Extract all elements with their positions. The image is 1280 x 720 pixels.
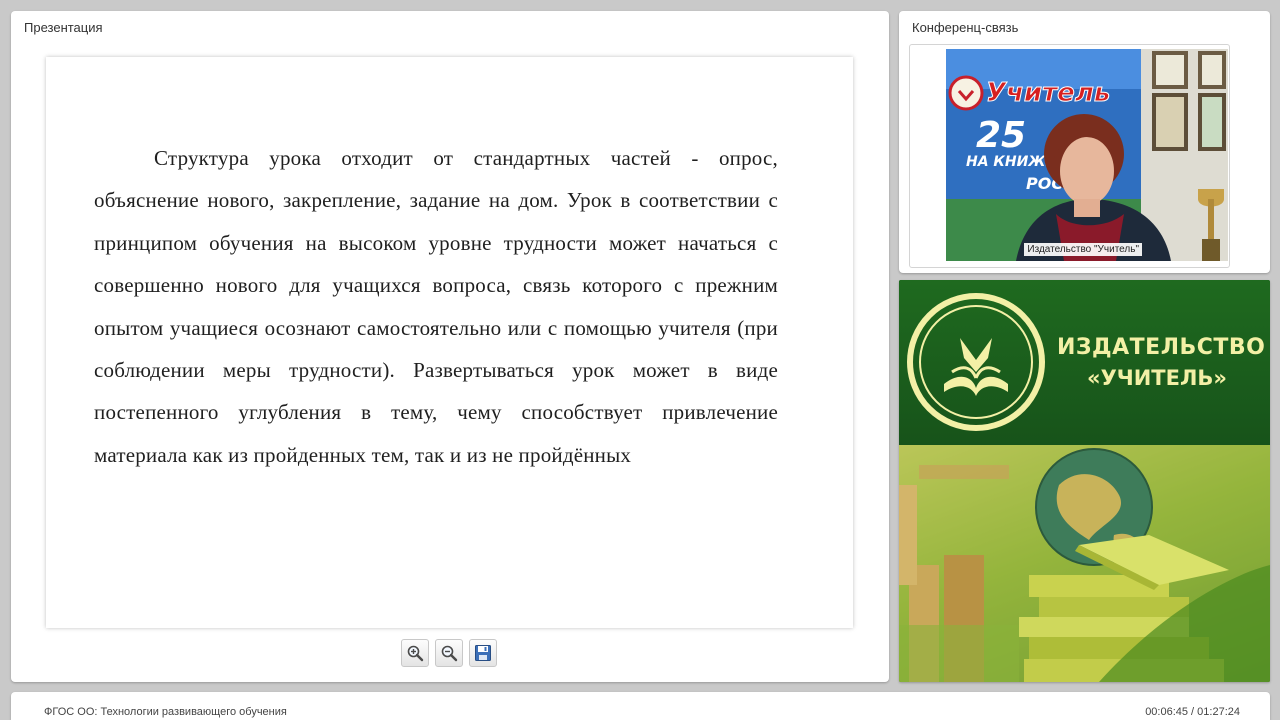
banner-word: Учитель (986, 78, 1110, 108)
slide-text: Структура урока отходит от стандартных ч… (94, 146, 778, 467)
participant-label: Издательство "Учитель" (1024, 243, 1142, 256)
slide-toolbar (401, 639, 497, 667)
brand-illustration (899, 445, 1270, 682)
brand-panel: ИЗДАТЕЛЬСТВО «УЧИТЕЛЬ» (899, 280, 1270, 682)
presentation-panel: Презентация Структура урока отходит от с… (11, 11, 889, 682)
playback-timecode: 00:06:45 / 01:27:24 (1145, 706, 1240, 718)
brand-header: ИЗДАТЕЛЬСТВО «УЧИТЕЛЬ» (899, 280, 1270, 445)
brand-name-line2: «УЧИТЕЛЬ» (1087, 366, 1227, 390)
zoom-in-icon (407, 645, 424, 662)
banner-number: 25 (976, 115, 1026, 156)
presentation-title: Презентация (24, 20, 103, 35)
zoom-out-button[interactable] (435, 639, 463, 667)
zoom-in-button[interactable] (401, 639, 429, 667)
video-scene: Учитель 25 НА КНИЖНОМ РОССИ (946, 49, 1228, 261)
banner-logo-icon (948, 75, 984, 111)
slide: Структура урока отходит от стандартных ч… (46, 57, 853, 628)
zoom-out-icon (441, 645, 458, 662)
conference-panel: Конференц-связь Учитель 25 НА КНИЖНОМ РО… (899, 11, 1270, 273)
video-frame: Учитель 25 НА КНИЖНОМ РОССИ (909, 44, 1230, 268)
player-footer: ФГОС ОО: Технологии развивающего обучени… (11, 692, 1270, 720)
save-icon (475, 645, 491, 661)
brand-logo-icon (907, 293, 1045, 431)
conference-title: Конференц-связь (912, 20, 1019, 35)
books-globe-illustration (899, 445, 1270, 682)
participant-video[interactable]: Учитель 25 НА КНИЖНОМ РОССИ (946, 49, 1228, 261)
course-title: ФГОС ОО: Технологии развивающего обучени… (44, 706, 287, 718)
brand-name-line1: ИЗДАТЕЛЬСТВО (1057, 335, 1266, 360)
save-button[interactable] (469, 639, 497, 667)
